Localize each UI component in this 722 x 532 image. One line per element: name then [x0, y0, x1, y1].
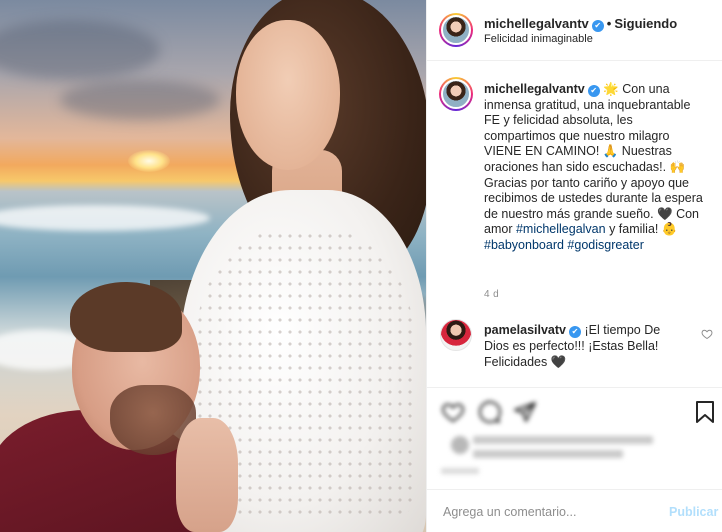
- publish-button[interactable]: Publicar: [669, 505, 718, 519]
- sea-wave: [0, 205, 210, 231]
- post-location[interactable]: Felicidad inimaginable: [484, 33, 593, 45]
- bookmark-icon[interactable]: [695, 400, 715, 424]
- post-header: michellegalvantv ✔ • Siguiendo Felicidad in…: [427, 0, 722, 61]
- liker-avatar: [451, 436, 469, 454]
- follow-separator: •: [606, 16, 612, 31]
- author-username[interactable]: michellegalvantv: [484, 16, 589, 31]
- hashtag-godisgreater[interactable]: #godisgreater: [567, 238, 643, 252]
- man-hand: [176, 418, 238, 532]
- post-date: [441, 468, 479, 474]
- post-photo[interactable]: [0, 0, 426, 532]
- sky-cloud: [0, 20, 160, 80]
- comment-text: pamelasilvatv ✔ ¡El tiempo De Dios es per…: [484, 322, 684, 370]
- likes-text-line: [473, 450, 623, 458]
- sky-cloud: [60, 80, 220, 120]
- author-avatar[interactable]: [439, 13, 473, 47]
- add-comment-bar: Publicar: [427, 489, 722, 532]
- author-avatar-image: [441, 15, 471, 45]
- verified-badge-icon: ✔: [591, 20, 604, 32]
- commenter-username[interactable]: pamelasilvatv: [484, 323, 566, 337]
- caption-body-1: 🌟 Con una inmensa gratitud, una inquebra…: [484, 82, 703, 237]
- hashtag-michellegalvan[interactable]: #michellegalvan: [516, 222, 606, 236]
- header-user-line: michellegalvantv ✔ • Siguiendo: [484, 16, 677, 32]
- heart-icon[interactable]: [441, 400, 465, 424]
- caption-avatar[interactable]: [439, 77, 473, 111]
- caption-avatar-image: [441, 79, 471, 109]
- caption-body-2: y familia! 👶: [605, 222, 678, 237]
- likes-text-line: [473, 436, 653, 444]
- man-hair: [70, 282, 182, 352]
- sunset-sun: [128, 150, 170, 172]
- verified-badge-icon: ✔: [587, 85, 600, 97]
- comment-icon[interactable]: [477, 400, 501, 424]
- heart-outline-icon[interactable]: [701, 328, 713, 340]
- comment-input[interactable]: [443, 503, 643, 521]
- caption-text: michellegalvantv ✔ 🌟 Con una inmensa grat…: [484, 82, 706, 254]
- post-side-panel: michellegalvantv ✔ • Siguiendo Felicidad in…: [426, 0, 722, 532]
- caption-username[interactable]: michellegalvantv: [484, 82, 585, 96]
- following-button[interactable]: Siguiendo: [614, 16, 677, 31]
- woman-face: [236, 20, 340, 170]
- hashtag-babyonboard[interactable]: #babyonboard: [484, 238, 564, 252]
- post-actions: [427, 387, 722, 489]
- verified-badge-icon: ✔: [569, 326, 581, 338]
- commenter-avatar[interactable]: [440, 319, 472, 351]
- share-icon[interactable]: [513, 400, 537, 424]
- post-timestamp[interactable]: 4 d: [484, 289, 499, 300]
- likes-summary[interactable]: [439, 432, 699, 462]
